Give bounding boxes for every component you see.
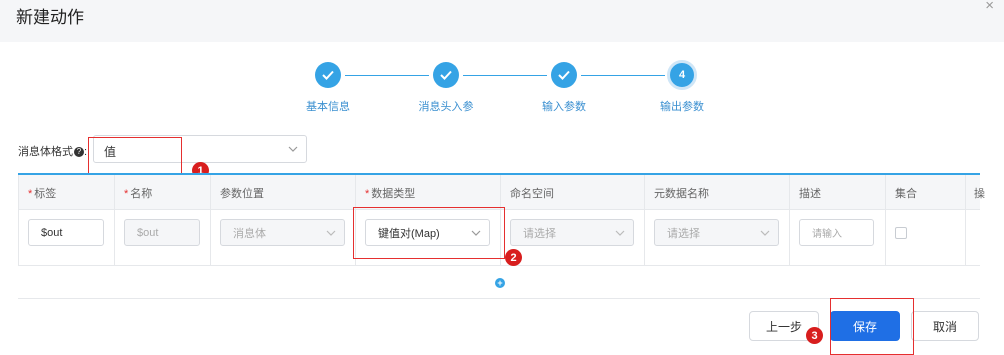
col-separator	[644, 175, 645, 265]
col-header-collection: 集合	[895, 188, 917, 200]
col-separator	[965, 175, 966, 265]
step-connector	[463, 75, 547, 76]
body-format-colon: :	[84, 146, 88, 158]
table-left-border	[18, 175, 19, 265]
step-2-check-icon	[433, 62, 459, 88]
body-format-label-text: 消息体格式	[18, 146, 73, 158]
chevron-down-icon	[615, 230, 625, 236]
col-header-description: 描述	[799, 188, 821, 200]
dialog-header	[0, 0, 1004, 42]
col-separator	[114, 175, 115, 265]
namespace-select: 请选择	[510, 219, 634, 246]
position-value: 消息体	[233, 227, 266, 240]
annotation-box-3	[830, 298, 914, 355]
col-separator	[885, 175, 886, 265]
position-select: 消息体	[220, 219, 345, 246]
metadata-placeholder: 请选择	[667, 227, 700, 240]
step-4-active: 4	[667, 60, 697, 90]
step-label-input-params: 输入参数	[542, 101, 586, 113]
add-row-icon[interactable]: +	[495, 278, 505, 288]
annotation-badge-3: 3	[806, 327, 823, 344]
dialog-title: 新建动作	[16, 8, 84, 27]
step-connector	[581, 75, 665, 76]
chevron-down-icon	[288, 146, 298, 152]
chevron-down-icon	[326, 230, 336, 236]
chevron-down-icon	[760, 230, 770, 236]
step-label-basic-info: 基本信息	[306, 101, 350, 113]
tag-input[interactable]: $out	[28, 219, 104, 246]
col-header-tag: * 标签	[28, 188, 57, 200]
step-label-header-params: 消息头入参	[418, 101, 474, 113]
col-separator	[210, 175, 211, 265]
collection-checkbox[interactable]	[895, 227, 907, 239]
col-header-metadata-name: 元数据名称	[654, 188, 709, 200]
col-separator	[789, 175, 790, 265]
step-label-output-params: 输出参数	[660, 101, 704, 113]
help-icon[interactable]: ?	[74, 147, 84, 157]
annotation-box-2	[353, 207, 505, 259]
col-header-position: 参数位置	[220, 188, 264, 200]
metadata-name-select: 请选择	[654, 219, 779, 246]
annotation-box-1	[88, 137, 182, 177]
close-icon[interactable]: ×	[985, 0, 994, 14]
name-input: $out	[124, 219, 200, 246]
description-input[interactable]: 请输入	[799, 219, 874, 246]
col-header-name: * 名称	[124, 188, 153, 200]
annotation-badge-2: 2	[505, 249, 522, 266]
table-header	[18, 175, 980, 209]
col-header-data-type: * 数据类型	[365, 188, 416, 200]
col-header-operation: 操	[974, 188, 985, 200]
col-header-namespace: 命名空间	[510, 188, 554, 200]
step-connector	[345, 75, 429, 76]
namespace-placeholder: 请选择	[523, 227, 556, 240]
step-1-check-icon	[315, 62, 341, 88]
step-3-check-icon	[551, 62, 577, 88]
body-format-label: 消息体格式?:	[18, 143, 87, 159]
table-bottom-border	[18, 265, 980, 266]
cancel-button[interactable]: 取消	[911, 311, 979, 341]
